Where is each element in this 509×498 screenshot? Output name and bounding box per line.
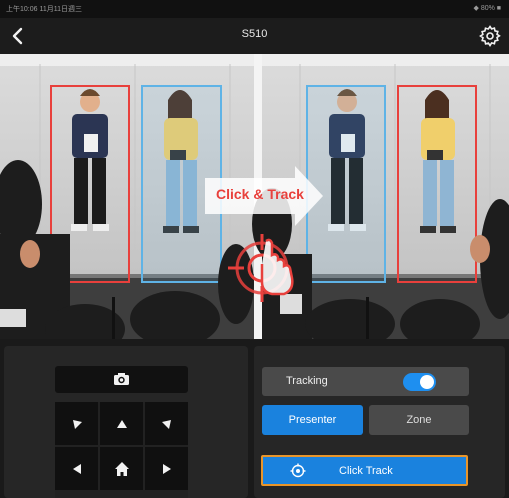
- pan-up-button[interactable]: [100, 402, 143, 445]
- tracking-row: Tracking: [262, 367, 469, 396]
- click-track-label: Click Track: [339, 465, 393, 477]
- tracking-toggle[interactable]: [403, 373, 436, 391]
- arrow-up-left-icon: [72, 419, 82, 429]
- tracking-label: Tracking: [286, 375, 328, 387]
- arrow-up-icon: [116, 419, 127, 428]
- mode-zone-button[interactable]: Zone: [369, 405, 469, 435]
- camera-preview[interactable]: Click & Track: [0, 54, 509, 339]
- nav-bar: S510: [0, 18, 509, 54]
- pan-right-button[interactable]: [145, 447, 188, 490]
- ptz-dpad: [55, 402, 188, 498]
- status-bar: 上午10:06 11月11日週三 ◆ 80% ■: [0, 0, 509, 18]
- status-indicators: ◆ 80% ■: [473, 5, 501, 12]
- gear-icon: [479, 25, 501, 47]
- arrow-left-icon: [72, 463, 81, 474]
- status-time: 上午10:06 11月11日週三: [6, 6, 82, 13]
- pan-up-right-button[interactable]: [145, 402, 188, 445]
- home-icon: [114, 461, 129, 476]
- crosshair-tap-icon: [290, 463, 306, 478]
- mode-presenter-button[interactable]: Presenter: [262, 405, 363, 435]
- click-track-overlay-label: Click & Track: [216, 186, 304, 202]
- arrow-right-icon: [162, 463, 171, 474]
- pan-up-left-button[interactable]: [55, 402, 98, 445]
- settings-button[interactable]: [478, 24, 502, 48]
- camera-icon: [114, 373, 129, 385]
- home-button[interactable]: [100, 447, 143, 490]
- pan-left-button[interactable]: [55, 447, 98, 490]
- click-track-button[interactable]: Click Track: [261, 455, 468, 486]
- arrow-up-right-icon: [161, 419, 171, 429]
- page-title: S510: [241, 28, 268, 40]
- toggle-knob: [420, 375, 434, 389]
- snapshot-button[interactable]: [55, 366, 188, 393]
